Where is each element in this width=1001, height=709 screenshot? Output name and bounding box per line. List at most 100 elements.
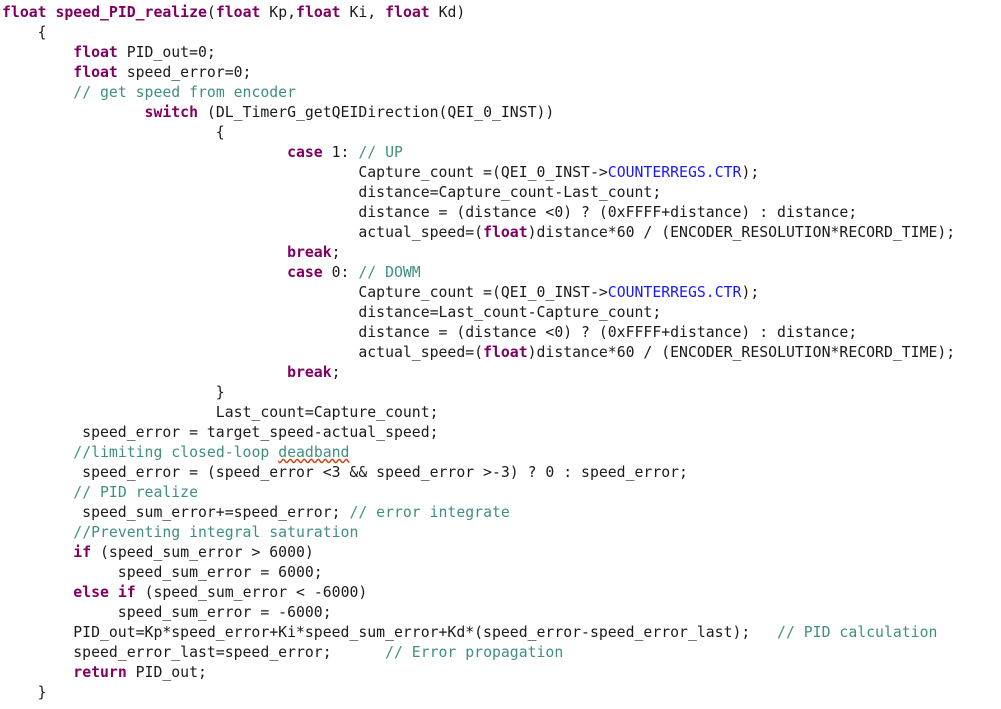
code-token-plain: (DL_TimerG_getQEIDirection(QEI_0_INST)) (198, 104, 555, 121)
code-token-plain: actual_speed=( (2, 224, 484, 241)
code-token-plain: 1: (322, 144, 359, 161)
code-line: if (speed_sum_error > 6000) (0, 543, 1001, 563)
code-line: actual_speed=(float)distance*60 / (ENCOD… (0, 343, 1001, 363)
code-line: Capture_count =(QEI_0_INST->COUNTERREGS.… (0, 283, 1001, 303)
code-token-plain: } (2, 684, 47, 701)
code-line: distance = (distance <0) ? (0xFFFF+dista… (0, 323, 1001, 343)
code-token-plain: distance=Capture_count-Last_count; (2, 184, 662, 201)
code-line: { (0, 123, 1001, 143)
code-token-member: . (705, 284, 715, 301)
code-token-kw: break (287, 244, 332, 261)
code-token-plain: Kd) (429, 4, 466, 21)
code-line: PID_out=Kp*speed_error+Ki*speed_sum_erro… (0, 623, 1001, 643)
code-line: case 0: // DOWM (0, 263, 1001, 283)
code-line: speed_sum_error+=speed_error; // error i… (0, 503, 1001, 523)
code-line: Last_count=Capture_count; (0, 403, 1001, 423)
code-line: break; (0, 363, 1001, 383)
code-token-kw: if (73, 544, 92, 561)
code-token-plain: ); (741, 284, 760, 301)
code-token-kw: speed_PID_realize (55, 4, 207, 21)
code-line: //limiting closed-loop deadband (0, 443, 1001, 463)
code-token-plain: PID_out=Kp*speed_error+Ki*speed_sum_erro… (2, 624, 778, 641)
code-line: speed_sum_error = 6000; (0, 563, 1001, 583)
code-token-plain: ( (206, 4, 216, 21)
code-token-plain: PID_out=0; (117, 44, 216, 61)
code-token-comment: // Error propagation (385, 644, 564, 661)
code-token-plain: (speed_sum_error < -6000) (135, 584, 368, 601)
code-token-kw: break (287, 364, 332, 381)
code-token-kw: if (117, 584, 136, 601)
code-line: break; (0, 243, 1001, 263)
code-line: distance=Last_count-Capture_count; (0, 303, 1001, 323)
code-token-member: CTR (714, 284, 742, 301)
code-token-plain: Capture_count =(QEI_0_INST-> (2, 164, 608, 181)
code-token-kw: float (73, 44, 118, 61)
code-token-plain: } (2, 384, 225, 401)
code-token-plain: distance=Last_count-Capture_count; (2, 304, 662, 321)
code-token-kw: switch (144, 104, 198, 121)
code-line: speed_error_last=speed_error; // Error p… (0, 643, 1001, 663)
code-token-comment: //Preventing integral saturation (73, 524, 359, 541)
code-token-member: COUNTERREGS (607, 284, 706, 301)
code-editor-viewport[interactable]: float speed_PID_realize(float Kp,float K… (0, 3, 1001, 709)
code-line: { (0, 23, 1001, 43)
code-token-comment: // get speed from encoder (73, 84, 296, 101)
code-line: //Preventing integral saturation (0, 523, 1001, 543)
code-token-plain: 0: (322, 264, 359, 281)
code-line: // get speed from encoder (0, 83, 1001, 103)
code-token-kw: float (385, 4, 430, 21)
code-token-plain: )distance*60 / (ENCODER_RESOLUTION*RECOR… (527, 344, 956, 361)
code-token-plain: )distance*60 / (ENCODER_RESOLUTION*RECOR… (527, 224, 956, 241)
code-line: return PID_out; (0, 663, 1001, 683)
code-token-comment: // DOWM (358, 264, 421, 281)
code-token-kw: case (287, 264, 323, 281)
code-token-plain: (speed_sum_error > 6000) (91, 544, 314, 561)
code-token-plain: { (2, 124, 225, 141)
code-line: // PID realize (0, 483, 1001, 503)
code-token-plain: speed_error = target_speed-actual_speed; (2, 424, 439, 441)
code-token-plain: ; (331, 244, 341, 261)
code-token-plain: Last_count=Capture_count; (2, 404, 439, 421)
code-token-plain: distance = (distance <0) ? (0xFFFF+dista… (2, 204, 858, 221)
code-token-kw: float (215, 4, 261, 21)
code-line: } (0, 683, 1001, 703)
code-token-comment: // PID realize (73, 484, 198, 501)
code-token-plain: speed_sum_error+=speed_error; (2, 504, 350, 521)
code-token-spell: deadband (278, 444, 350, 461)
code-token-kw: float (296, 4, 341, 21)
code-token-plain: PID_out; (126, 664, 207, 681)
code-token-comment: //limiting closed-loop (73, 444, 279, 461)
code-token-kw: float (2, 4, 47, 21)
code-token-comment: // PID calculation (777, 624, 938, 641)
code-token-plain: ); (741, 164, 760, 181)
code-token-plain: Capture_count =(QEI_0_INST-> (2, 284, 608, 301)
code-token-plain: Ki, (340, 4, 386, 21)
code-line: speed_error = target_speed-actual_speed; (0, 423, 1001, 443)
code-line: } (0, 383, 1001, 403)
code-token-comment: // UP (358, 144, 403, 161)
code-token-plain: { (2, 24, 47, 41)
code-token-plain: distance = (distance <0) ? (0xFFFF+dista… (2, 324, 858, 341)
code-token-kw: case (287, 144, 323, 161)
code-token-kw: else (73, 584, 109, 601)
code-token-kw: float (483, 344, 528, 361)
code-token-plain: Kp, (260, 4, 297, 21)
code-token-plain: actual_speed=( (2, 344, 484, 361)
code-token-kw: float (483, 224, 528, 241)
code-line: else if (speed_sum_error < -6000) (0, 583, 1001, 603)
code-line: float PID_out=0; (0, 43, 1001, 63)
code-token-plain: speed_sum_error = 6000; (2, 564, 323, 581)
